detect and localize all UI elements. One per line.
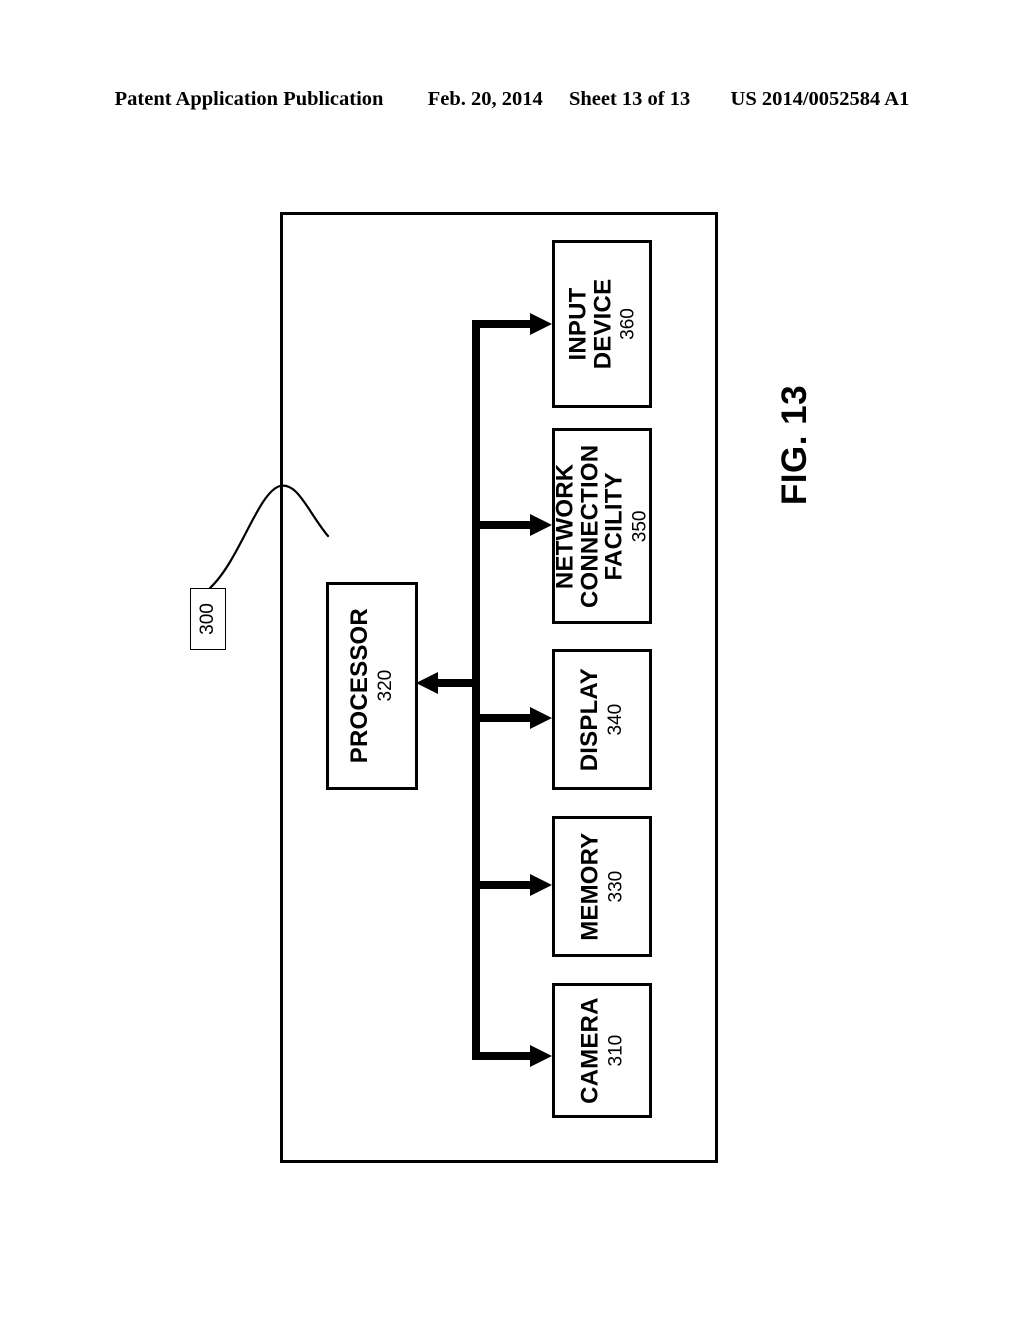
bus-branch-camera <box>472 1052 534 1060</box>
processor-number: 320 <box>375 670 397 702</box>
processor-label: PROCESSOR 320 <box>346 608 397 764</box>
network-connection-facility-title-line-3: FACILITY <box>601 471 629 581</box>
reference-numeral-300-text: 300 <box>196 603 218 635</box>
network-connection-facility-number: 350 <box>629 510 651 542</box>
camera-label: CAMERA 310 <box>576 997 627 1104</box>
component-box-processor[interactable]: PROCESSOR 320 <box>326 582 418 790</box>
component-box-memory[interactable]: MEMORY 330 <box>552 816 652 957</box>
display-title: DISPLAY <box>576 667 604 772</box>
figure-caption: FIG. 13 <box>735 380 855 510</box>
bus-branch-display <box>472 714 534 722</box>
bus-branch-input-device <box>472 320 534 328</box>
component-box-input-device[interactable]: INPUT DEVICE 360 <box>552 240 652 408</box>
processor-title: PROCESSOR <box>346 608 374 764</box>
input-device-number: 360 <box>617 308 639 340</box>
network-connection-facility-title-line-1: NETWORK <box>551 463 579 589</box>
arrow-to-network-connection-facility <box>530 514 552 536</box>
network-connection-facility-label: NETWORK CONNECTION FACILITY 350 <box>551 444 651 608</box>
display-number: 340 <box>605 703 627 736</box>
component-box-display[interactable]: DISPLAY 340 <box>552 649 652 790</box>
camera-title: CAMERA <box>576 997 604 1104</box>
arrow-to-input-device <box>530 313 552 335</box>
arrow-to-processor <box>416 672 438 694</box>
bus-branch-processor <box>437 679 480 687</box>
component-box-network-connection-facility[interactable]: NETWORK CONNECTION FACILITY 350 <box>552 428 652 624</box>
memory-title: MEMORY <box>576 832 604 941</box>
arrow-to-display <box>530 707 552 729</box>
memory-number: 330 <box>605 870 627 903</box>
component-box-camera[interactable]: CAMERA 310 <box>552 983 652 1118</box>
input-device-label: INPUT DEVICE 360 <box>564 278 639 370</box>
bus-vertical-main <box>472 320 480 1060</box>
arrow-to-memory <box>530 874 552 896</box>
reference-numeral-300-box: 300 <box>190 588 226 650</box>
figure-caption-text: FIG. 13 <box>775 384 814 506</box>
arrow-to-camera <box>530 1045 552 1067</box>
display-label: DISPLAY 340 <box>576 667 627 772</box>
network-connection-facility-title-line-2: CONNECTION <box>576 444 604 608</box>
input-device-title-line-1: INPUT <box>564 287 591 361</box>
camera-number: 310 <box>605 1034 627 1067</box>
input-device-title-line-2: DEVICE <box>588 278 616 370</box>
bus-branch-network-connection-facility <box>472 521 534 529</box>
figure-13-diagram: 300 INPUT DEVICE 360 NETWORK CONNECTION … <box>0 0 1024 1320</box>
bus-branch-memory <box>472 881 534 889</box>
memory-label: MEMORY 330 <box>576 832 627 941</box>
